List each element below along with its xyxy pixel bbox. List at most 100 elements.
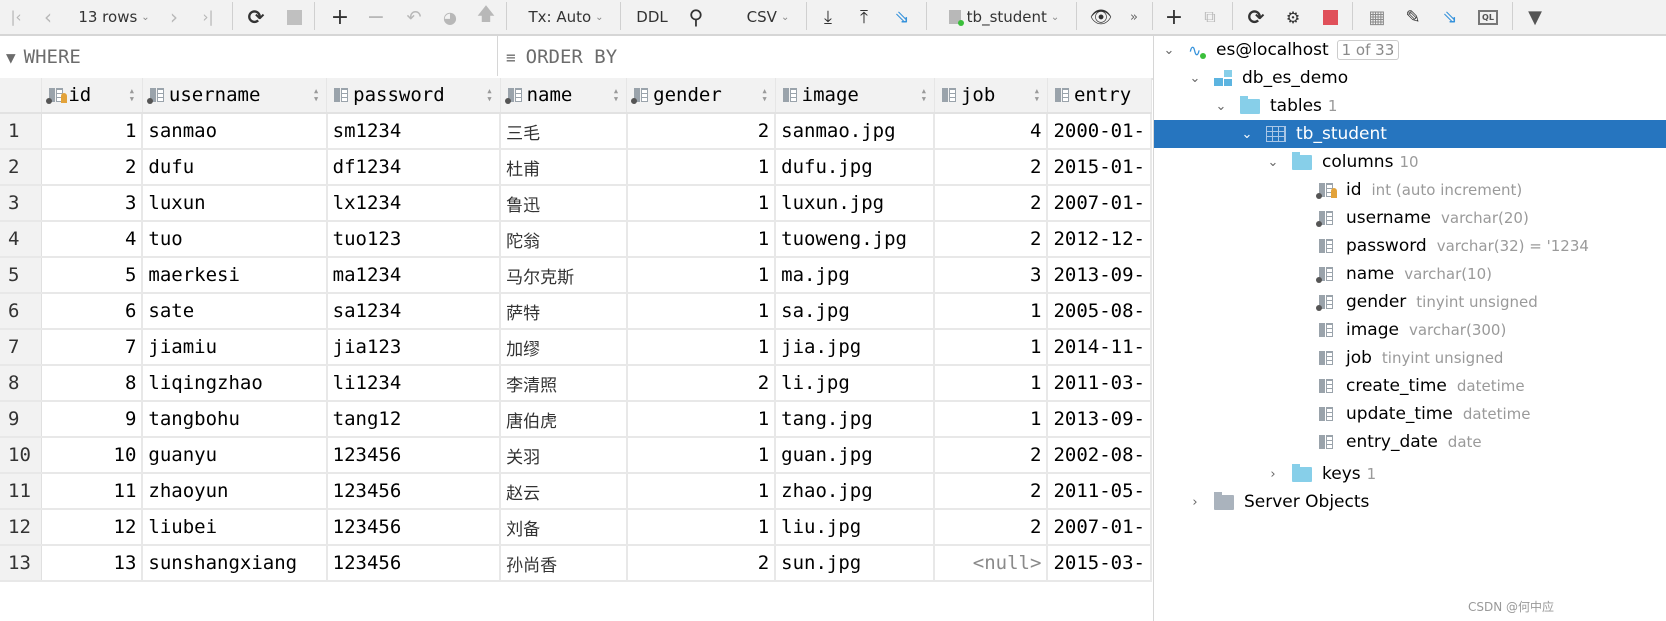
- cell-username[interactable]: jiamiu: [142, 329, 328, 366]
- column-header-password[interactable]: password ▲ ▼: [326, 78, 501, 114]
- chevron-down-icon[interactable]: ⌄: [1214, 99, 1228, 114]
- table-row[interactable]: 12 12 liubei 123456 刘备 1 liu.jpg 2 2007-01-: [0, 509, 1152, 546]
- cell-name[interactable]: 萨特: [500, 293, 628, 330]
- cell-gender[interactable]: 1: [626, 293, 777, 330]
- column-header-username[interactable]: username ▲ ▼: [142, 78, 328, 114]
- column-header-image[interactable]: image ▲ ▼: [775, 78, 935, 114]
- cell-username[interactable]: zhaoyun: [142, 473, 328, 510]
- rows-count-dropdown[interactable]: 13 rows ⌄: [74, 0, 154, 34]
- table-row[interactable]: 2 2 dufu df1234 杜甫 1 dufu.jpg 2 2015-01-: [0, 149, 1152, 186]
- cell-gender[interactable]: 2: [626, 113, 777, 150]
- cell-password[interactable]: sa1234: [326, 293, 502, 330]
- cell-entry[interactable]: 2013-09-: [1047, 401, 1152, 438]
- row-number[interactable]: 2: [0, 149, 43, 186]
- row-number[interactable]: 3: [0, 185, 43, 222]
- cell-username[interactable]: dufu: [142, 149, 328, 186]
- cell-password[interactable]: ma1234: [326, 257, 502, 294]
- add-row-icon[interactable]: +: [328, 0, 352, 34]
- view-options-icon[interactable]: 👁: [1088, 0, 1114, 34]
- cell-job[interactable]: 1: [934, 293, 1049, 330]
- prev-page-icon[interactable]: ‹: [36, 0, 60, 34]
- cell-job[interactable]: 2: [934, 509, 1049, 546]
- cell-job[interactable]: 4: [934, 113, 1049, 150]
- table-editor-icon[interactable]: ▦: [1364, 0, 1390, 34]
- cell-id[interactable]: 10: [41, 437, 144, 474]
- cell-gender[interactable]: 1: [626, 473, 777, 510]
- cell-entry[interactable]: 2000-01-: [1047, 113, 1152, 150]
- submit-icon[interactable]: 🡅: [474, 0, 498, 34]
- table-row[interactable]: 9 9 tangbohu tang12 唐伯虎 1 tang.jpg 1 2013-09-: [0, 401, 1152, 438]
- cell-username[interactable]: maerkesi: [142, 257, 328, 294]
- cell-job[interactable]: 2: [934, 149, 1049, 186]
- cell-password[interactable]: 123456: [326, 545, 502, 582]
- cell-password[interactable]: tuo123: [326, 221, 502, 258]
- column-header-id[interactable]: id ▲ ▼: [41, 78, 143, 114]
- new-object-icon[interactable]: +: [1162, 0, 1186, 34]
- cell-name[interactable]: 唐伯虎: [500, 401, 628, 438]
- row-number[interactable]: 11: [0, 473, 43, 510]
- cell-id[interactable]: 3: [41, 185, 144, 222]
- cell-name[interactable]: 李清照: [500, 365, 628, 402]
- cell-id[interactable]: 4: [41, 221, 144, 258]
- cell-job[interactable]: <null>: [934, 545, 1049, 582]
- cell-gender[interactable]: 1: [626, 185, 777, 222]
- tree-node-column[interactable]: username varchar(20): [1154, 204, 1666, 232]
- more-tools-button[interactable]: »: [1124, 0, 1144, 34]
- where-filter-input[interactable]: ▼ WHERE: [0, 36, 503, 80]
- cell-gender[interactable]: 2: [626, 545, 777, 582]
- table-selector-dropdown[interactable]: tb_student ⌄: [942, 0, 1066, 34]
- cell-image[interactable]: sun.jpg: [775, 545, 936, 582]
- row-number[interactable]: 5: [0, 257, 43, 294]
- cell-job[interactable]: 2: [934, 473, 1049, 510]
- chevron-down-icon[interactable]: ⌄: [1266, 155, 1280, 170]
- cell-image[interactable]: li.jpg: [775, 365, 936, 402]
- cell-entry[interactable]: 2005-08-: [1047, 293, 1152, 330]
- cell-gender[interactable]: 1: [626, 221, 777, 258]
- row-number[interactable]: 10: [0, 437, 43, 474]
- table-row[interactable]: 6 6 sate sa1234 萨特 1 sa.jpg 1 2005-08-: [0, 293, 1152, 330]
- cell-image[interactable]: ma.jpg: [775, 257, 936, 294]
- cell-image[interactable]: liu.jpg: [775, 509, 936, 546]
- sort-icon[interactable]: ▲ ▼: [614, 87, 618, 103]
- table-row[interactable]: 3 3 luxun lx1234 鲁迅 1 luxun.jpg 2 2007-01-: [0, 185, 1152, 222]
- cell-name[interactable]: 孙尚香: [500, 545, 628, 582]
- tree-node-columns[interactable]: ⌄ columns 10: [1154, 148, 1666, 176]
- cell-entry[interactable]: 2007-01-: [1047, 509, 1152, 546]
- row-number[interactable]: 7: [0, 329, 43, 366]
- cell-id[interactable]: 12: [41, 509, 144, 546]
- row-number[interactable]: 6: [0, 293, 43, 330]
- cell-entry[interactable]: 2011-05-: [1047, 473, 1152, 510]
- column-header-gender[interactable]: gender ▲ ▼: [626, 78, 776, 114]
- cell-name[interactable]: 加缪: [500, 329, 628, 366]
- cell-name[interactable]: 陀翁: [500, 221, 628, 258]
- cell-image[interactable]: dufu.jpg: [775, 149, 936, 186]
- tree-node-connection[interactable]: ⌄ ∿ es@localhost 1 of 33: [1154, 36, 1666, 64]
- row-number[interactable]: 9: [0, 401, 43, 438]
- cell-password[interactable]: sm1234: [326, 113, 502, 150]
- cell-username[interactable]: tangbohu: [142, 401, 328, 438]
- column-header-name[interactable]: name ▲ ▼: [500, 78, 628, 114]
- table-row[interactable]: 1 1 sanmao sm1234 三毛 2 sanmao.jpg 4 2000-01-: [0, 113, 1152, 150]
- cell-gender[interactable]: 1: [626, 257, 777, 294]
- cell-job[interactable]: 3: [934, 257, 1049, 294]
- cell-username[interactable]: liubei: [142, 509, 328, 546]
- first-page-icon[interactable]: |‹: [4, 0, 28, 34]
- table-row[interactable]: 8 8 liqingzhao li1234 李清照 2 li.jpg 1 2011-03-: [0, 365, 1152, 402]
- cell-id[interactable]: 8: [41, 365, 144, 402]
- tree-node-column[interactable]: job tinyint unsigned: [1154, 344, 1666, 372]
- cell-username[interactable]: tuo: [142, 221, 328, 258]
- cell-id[interactable]: 2: [41, 149, 144, 186]
- tree-node-column[interactable]: entry_date date: [1154, 428, 1666, 456]
- tree-node-server-objects[interactable]: › Server Objects: [1154, 488, 1666, 516]
- cell-image[interactable]: sa.jpg: [775, 293, 936, 330]
- cell-gender[interactable]: 2: [626, 365, 777, 402]
- cell-job[interactable]: 2: [934, 437, 1049, 474]
- cell-image[interactable]: guan.jpg: [775, 437, 936, 474]
- cell-entry[interactable]: 2013-09-: [1047, 257, 1152, 294]
- cell-id[interactable]: 6: [41, 293, 144, 330]
- sort-icon[interactable]: ▲ ▼: [762, 87, 766, 103]
- sort-icon[interactable]: ▲ ▼: [922, 87, 926, 103]
- table-row[interactable]: 11 11 zhaoyun 123456 赵云 1 zhao.jpg 2 2011-05-: [0, 473, 1152, 510]
- cell-gender[interactable]: 1: [626, 149, 777, 186]
- cell-name[interactable]: 鲁迅: [500, 185, 628, 222]
